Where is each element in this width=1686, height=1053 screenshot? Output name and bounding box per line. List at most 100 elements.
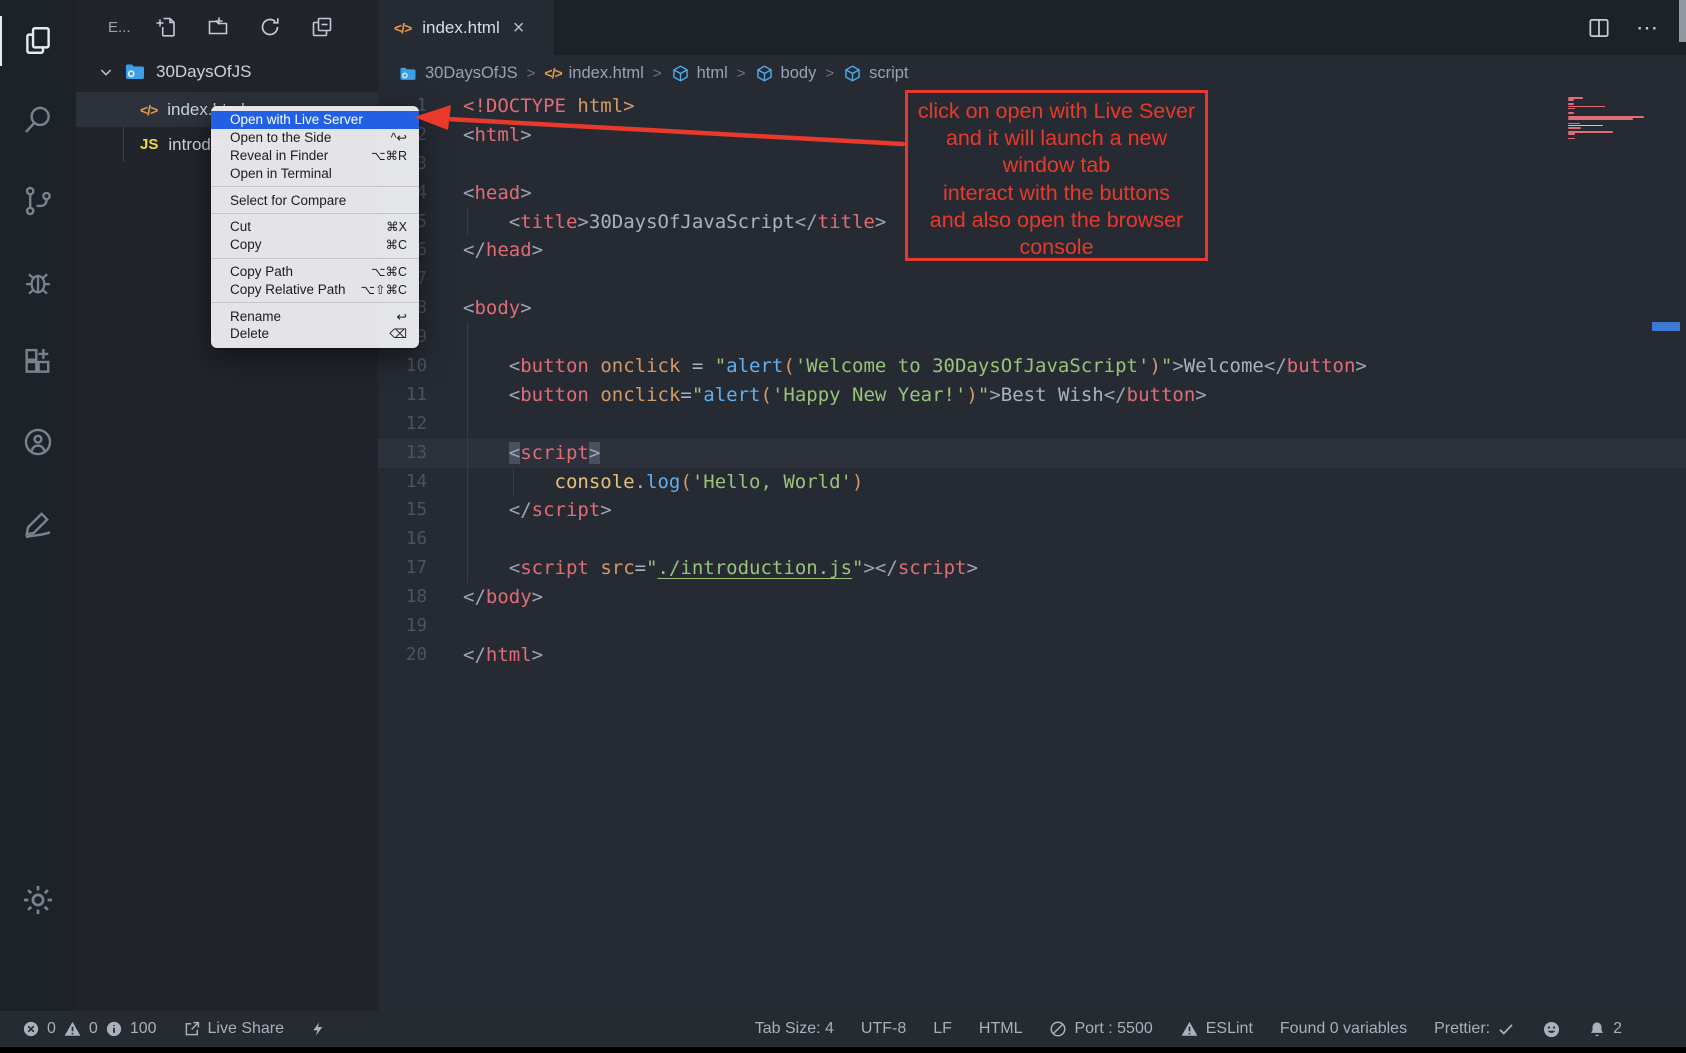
check-icon bbox=[1497, 1020, 1515, 1038]
explorer-header: E... bbox=[76, 10, 378, 44]
context-menu-item-copy-relative-path[interactable]: Copy Relative Path⌥⇧⌘C bbox=[211, 280, 419, 298]
line-number: 20 bbox=[378, 641, 427, 670]
pen-icon[interactable] bbox=[0, 490, 76, 556]
source-control-icon[interactable] bbox=[0, 168, 76, 234]
code-text bbox=[427, 525, 463, 554]
code-text: </script> bbox=[427, 496, 612, 525]
code-text bbox=[427, 410, 463, 439]
code-line-16[interactable]: 16 bbox=[378, 525, 1686, 554]
context-menu-item-copy-path[interactable]: Copy Path⌥⌘C bbox=[211, 263, 419, 281]
overview-ruler-marker bbox=[1652, 322, 1680, 331]
context-menu-item-reveal-in-finder[interactable]: Reveal in Finder⌥⌘R bbox=[211, 147, 419, 165]
breadcrumb-item-index-html[interactable]: </>index.html bbox=[544, 64, 643, 83]
bottom-edge bbox=[0, 1047, 1686, 1053]
smiley-icon[interactable] bbox=[1542, 1020, 1561, 1039]
tab-bar: </> index.html × ⋯ bbox=[378, 0, 1686, 55]
code-text bbox=[427, 323, 463, 352]
context-menu-item-copy[interactable]: Copy⌘C bbox=[211, 236, 419, 254]
minimap[interactable] bbox=[1568, 97, 1650, 140]
menu-separator bbox=[211, 302, 419, 303]
status-bar: 0 0 100 Live Share Tab Size: 4 UTF-8 LF … bbox=[0, 1011, 1686, 1047]
annotation-line: interact with the buttons bbox=[908, 180, 1205, 207]
notifications-status[interactable]: 2 bbox=[1588, 1020, 1622, 1039]
tree-item-root-folder[interactable]: 30DaysOfJS bbox=[76, 54, 378, 90]
info-count: 100 bbox=[130, 1020, 157, 1038]
scrollbar-thumb[interactable] bbox=[1679, 0, 1686, 42]
refresh-icon[interactable] bbox=[258, 15, 282, 39]
close-icon[interactable]: × bbox=[513, 18, 525, 38]
code-line-10[interactable]: 10 <button onclick = "alert('Welcome to … bbox=[378, 352, 1686, 381]
code-line-12[interactable]: 12 bbox=[378, 410, 1686, 439]
live-share-status[interactable]: Live Share bbox=[183, 1020, 285, 1038]
code-line-20[interactable]: 20</html> bbox=[378, 641, 1686, 670]
code-line-19[interactable]: 19 bbox=[378, 612, 1686, 641]
code-line-13[interactable]: 13 <script> bbox=[378, 439, 1686, 468]
code-line-14[interactable]: 14 console.log('Hello, World') bbox=[378, 468, 1686, 497]
minimap-line bbox=[1568, 103, 1574, 105]
line-number: 15 bbox=[378, 496, 427, 525]
eslint-status[interactable]: ESLint bbox=[1180, 1020, 1253, 1038]
line-number: 14 bbox=[378, 468, 427, 497]
line-number: 12 bbox=[378, 410, 427, 439]
debug-icon[interactable] bbox=[0, 249, 76, 315]
code-line-15[interactable]: 15 </script> bbox=[378, 496, 1686, 525]
context-menu-item-rename[interactable]: Rename↩ bbox=[211, 307, 419, 325]
error-icon bbox=[22, 1020, 40, 1038]
menu-separator bbox=[211, 213, 419, 214]
collapse-all-icon[interactable] bbox=[310, 15, 334, 39]
code-line-17[interactable]: 17 <script src="./introduction.js"></scr… bbox=[378, 554, 1686, 583]
bell-icon bbox=[1588, 1020, 1606, 1039]
line-number: 18 bbox=[378, 583, 427, 612]
folder-icon bbox=[398, 64, 418, 84]
code-line-9[interactable]: 9 bbox=[378, 323, 1686, 352]
encoding-status[interactable]: UTF-8 bbox=[861, 1020, 906, 1038]
eol-status[interactable]: LF bbox=[933, 1020, 952, 1038]
context-menu-item-open-with-live-server[interactable]: Open with Live Server bbox=[211, 111, 419, 129]
breadcrumb-item-body[interactable]: body bbox=[755, 64, 817, 83]
code-line-18[interactable]: 18</body> bbox=[378, 583, 1686, 612]
breadcrumb-item-30daysofjs[interactable]: 30DaysOfJS bbox=[398, 64, 518, 84]
breadcrumb-item-script[interactable]: script bbox=[843, 64, 908, 83]
code-text: <html> bbox=[427, 121, 532, 150]
live-share-icon[interactable] bbox=[0, 409, 76, 475]
variables-status[interactable]: Found 0 variables bbox=[1280, 1020, 1407, 1038]
context-menu-item-cut[interactable]: Cut⌘X bbox=[211, 218, 419, 236]
new-folder-icon[interactable] bbox=[206, 15, 230, 39]
tab-size-status[interactable]: Tab Size: 4 bbox=[755, 1020, 834, 1038]
code-line-8[interactable]: 8<body> bbox=[378, 294, 1686, 323]
split-editor-icon[interactable] bbox=[1586, 15, 1612, 41]
problems-status[interactable]: 0 0 100 bbox=[22, 1020, 157, 1038]
code-line-11[interactable]: 11 <button onclick="alert('Happy New Yea… bbox=[378, 381, 1686, 410]
annotation-line: console bbox=[908, 234, 1205, 261]
new-file-icon[interactable] bbox=[154, 15, 178, 39]
more-actions-icon[interactable]: ⋯ bbox=[1636, 15, 1660, 41]
port-status[interactable]: Port : 5500 bbox=[1049, 1020, 1152, 1038]
tab-label: index.html bbox=[422, 18, 499, 38]
code-text: <button onclick="alert('Happy New Year!'… bbox=[427, 381, 1207, 410]
code-text: <title>30DaysOfJavaScript</title> bbox=[427, 208, 886, 237]
tree-item-label: 30DaysOfJS bbox=[156, 62, 251, 82]
context-menu-item-select-for-compare[interactable]: Select for Compare bbox=[211, 191, 419, 209]
prettier-status[interactable]: Prettier: bbox=[1434, 1020, 1515, 1038]
settings-gear-icon[interactable] bbox=[0, 867, 76, 933]
breadcrumb-item-html[interactable]: html bbox=[671, 64, 728, 83]
notification-count: 2 bbox=[1613, 1020, 1622, 1038]
code-line-7[interactable]: 7 bbox=[378, 265, 1686, 294]
warning-count: 0 bbox=[89, 1020, 98, 1038]
annotation-line: click on open with Live Sever bbox=[908, 98, 1205, 125]
context-menu-item-open-in-terminal[interactable]: Open in Terminal bbox=[211, 164, 419, 182]
js-file-icon: JS bbox=[140, 136, 158, 153]
context-menu-item-open-to-the-side[interactable]: Open to the Side^↩ bbox=[211, 129, 419, 147]
minimap-line bbox=[1568, 121, 1650, 123]
lightning-icon[interactable] bbox=[310, 1019, 326, 1039]
tab-index-html[interactable]: </> index.html × bbox=[378, 0, 554, 55]
language-status[interactable]: HTML bbox=[979, 1020, 1023, 1038]
context-menu-item-delete[interactable]: Delete⌫ bbox=[211, 325, 419, 343]
chevron-right-icon: > bbox=[737, 65, 746, 82]
code-icon: </> bbox=[544, 64, 561, 83]
extensions-icon[interactable] bbox=[0, 329, 76, 395]
circle-slash-icon bbox=[1049, 1020, 1067, 1038]
explorer-files-icon[interactable] bbox=[0, 8, 76, 74]
line-number: 11 bbox=[378, 381, 427, 410]
search-icon[interactable] bbox=[0, 87, 76, 153]
